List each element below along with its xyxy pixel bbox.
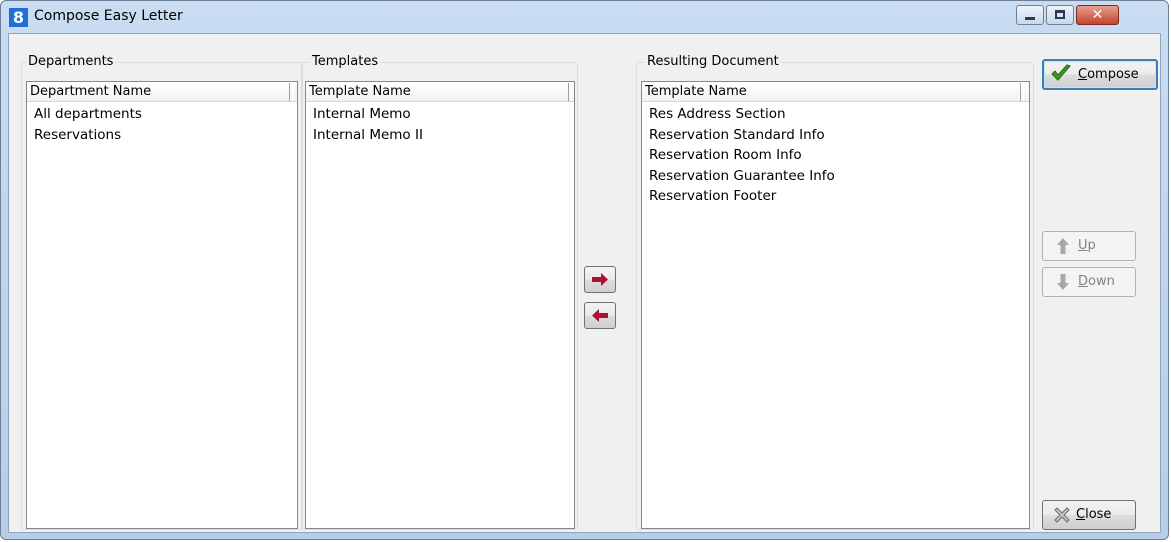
window-close-button[interactable]: ✕ [1076, 5, 1119, 25]
resulting-document-list[interactable]: Template Name Res Address Section Reserv… [641, 81, 1030, 529]
template-name-column-header[interactable]: Template Name [306, 82, 574, 102]
dialog-client-area: Departments Department Name All departme… [8, 33, 1161, 533]
move-down-button[interactable]: Down [1042, 267, 1136, 297]
arrow-right-icon [592, 273, 608, 286]
minimize-button[interactable] [1016, 5, 1044, 25]
department-name-header-label: Department Name [30, 84, 152, 99]
list-item[interactable]: Internal Memo II [306, 125, 574, 146]
templates-legend: Templates [310, 54, 381, 70]
maximize-button[interactable] [1046, 5, 1074, 25]
title-bar[interactable]: 8 Compose Easy Letter ✕ [1, 1, 1168, 33]
down-button-label: Down [1078, 274, 1115, 289]
add-template-button[interactable] [584, 266, 616, 293]
checkmark-icon [1051, 64, 1071, 81]
list-item[interactable]: All departments [27, 104, 297, 125]
list-item[interactable]: Reservations [27, 125, 297, 146]
arrow-up-icon [1057, 238, 1069, 254]
template-name-header-label: Template Name [309, 84, 411, 99]
up-button-label: Up [1078, 238, 1096, 253]
column-resize-handle[interactable] [568, 83, 572, 101]
column-resize-handle[interactable] [1020, 83, 1024, 101]
list-item[interactable]: Reservation Guarantee Info [642, 166, 1029, 187]
arrow-left-icon [592, 309, 608, 322]
close-button-label: Close [1076, 507, 1112, 522]
compose-easy-letter-window: 8 Compose Easy Letter ✕ Departments Depa… [0, 0, 1169, 540]
compose-button-label: Compose [1078, 67, 1139, 82]
arrow-down-icon [1057, 274, 1069, 290]
close-icon: ✕ [1091, 7, 1104, 23]
list-item[interactable]: Reservation Room Info [642, 145, 1029, 166]
maximize-icon [1055, 10, 1065, 19]
list-item[interactable]: Reservation Footer [642, 186, 1029, 207]
template-name-header-label: Template Name [645, 84, 747, 99]
departments-legend: Departments [26, 54, 116, 70]
column-resize-handle[interactable] [289, 83, 293, 101]
department-name-column-header[interactable]: Department Name [27, 82, 297, 102]
minimize-icon [1025, 17, 1035, 20]
close-x-icon [1054, 507, 1070, 523]
departments-list[interactable]: Department Name All departments Reservat… [26, 81, 298, 529]
list-item[interactable]: Internal Memo [306, 104, 574, 125]
template-name-column-header[interactable]: Template Name [642, 82, 1029, 102]
remove-template-button[interactable] [584, 302, 616, 329]
app-icon: 8 [9, 8, 28, 27]
templates-list[interactable]: Template Name Internal Memo Internal Mem… [305, 81, 575, 529]
move-up-button[interactable]: Up [1042, 231, 1136, 261]
close-button[interactable]: Close [1042, 500, 1136, 530]
resulting-document-legend: Resulting Document [645, 54, 781, 70]
list-item[interactable]: Reservation Standard Info [642, 125, 1029, 146]
list-item[interactable]: Res Address Section [642, 104, 1029, 125]
window-title: Compose Easy Letter [34, 8, 183, 24]
compose-button[interactable]: Compose [1042, 59, 1158, 90]
